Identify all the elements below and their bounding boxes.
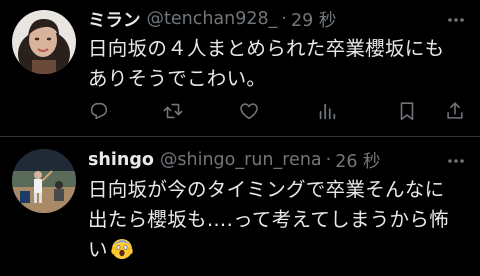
separator-dot: · (281, 9, 287, 29)
woman-portrait-avatar (12, 10, 76, 74)
separator-dot: · (325, 150, 332, 170)
reply-icon[interactable] (88, 100, 110, 122)
screaming-face-emoji (110, 236, 134, 260)
bookmark-icon[interactable] (396, 100, 418, 122)
tweet-text-segment: い (88, 238, 108, 261)
avatar[interactable] (12, 149, 76, 213)
tweet-text-line: 出たら櫻坂も….って考えてしまうから怖 (88, 208, 449, 231)
tweet-text: 日向坂が今のタイミングで卒業そんなに 出たら櫻坂も….って考えてしまうから怖 い (88, 175, 468, 265)
more-options-icon[interactable] (446, 10, 466, 30)
user-handle[interactable]: @tenchan928_ (147, 9, 278, 29)
tweet-text-line: 日向坂の４人まとめられた卒業櫻坂にも (88, 37, 445, 60)
avatar[interactable] (12, 10, 76, 74)
tweet[interactable]: shingo @shingo_run_rena · 26 秒 日向坂が今のタイミ… (0, 137, 480, 276)
tweet-header: shingo @shingo_run_rena · 26 秒 (88, 147, 440, 173)
views-icon[interactable] (316, 100, 338, 122)
timestamp[interactable]: 26 秒 (335, 148, 380, 173)
tweet-text-line: ありそうでこわい。 (88, 67, 267, 90)
tweet-text: 日向坂の４人まとめられた卒業櫻坂にも ありそうでこわい。 (88, 34, 468, 94)
more-options-icon[interactable] (446, 151, 466, 171)
display-name[interactable]: shingo (88, 150, 154, 170)
tweet-text-line: 日向坂が今のタイミングで卒業そんなに (88, 178, 445, 201)
user-handle[interactable]: @shingo_run_rena (160, 150, 322, 170)
display-name[interactable]: ミラン (88, 7, 141, 32)
share-icon[interactable] (444, 100, 466, 122)
action-bar (88, 100, 468, 124)
baseball-player-avatar (12, 149, 76, 213)
timestamp[interactable]: 29 秒 (291, 7, 336, 32)
tweet[interactable]: ミラン @tenchan928_ · 29 秒 日向坂の４人まとめられた卒業櫻坂… (0, 0, 480, 136)
retweet-icon[interactable] (162, 100, 184, 122)
like-icon[interactable] (238, 100, 260, 122)
tweet-text-line: い (88, 235, 468, 265)
tweet-header: ミラン @tenchan928_ · 29 秒 (88, 6, 440, 32)
